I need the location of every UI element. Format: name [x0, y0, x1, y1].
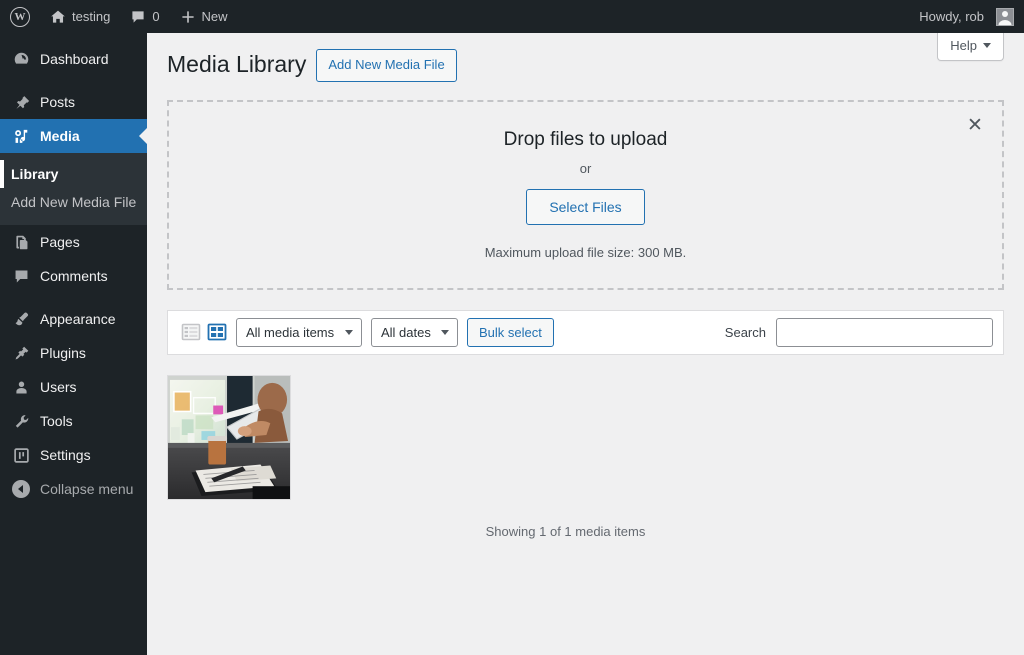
- sidebar-gap-1: [0, 76, 147, 85]
- site-name-menu[interactable]: testing: [40, 0, 120, 33]
- sidebar-item-tools[interactable]: Tools: [0, 404, 147, 438]
- collapse-menu-button[interactable]: Collapse menu: [0, 472, 147, 506]
- search-label: Search: [724, 324, 766, 340]
- submenu-item-label: Library: [11, 166, 59, 182]
- media-thumbnail[interactable]: [167, 374, 291, 500]
- new-content-label: New: [201, 9, 228, 24]
- collapse-arrow-icon: [11, 479, 31, 499]
- site-name-label: testing: [72, 9, 111, 24]
- sliders-icon: [11, 445, 31, 465]
- help-tab-label: Help: [950, 38, 977, 53]
- comment-bubble-icon: [130, 9, 146, 25]
- date-filter-wrap: All dates: [371, 317, 458, 347]
- avatar: [996, 7, 1014, 26]
- sidebar-item-label: Media: [40, 128, 80, 144]
- dashboard-icon: [11, 49, 31, 69]
- admin-sidebar: Dashboard Posts Media Library Add New Me…: [0, 33, 147, 655]
- date-filter-select[interactable]: All dates: [371, 317, 458, 347]
- page-title: Media Library: [167, 51, 307, 78]
- page-header: Media Library Add New Media File: [147, 33, 1024, 82]
- media-thumbnail-image: [168, 375, 290, 499]
- sidebar-item-settings[interactable]: Settings: [0, 438, 147, 472]
- bulk-select-button[interactable]: Bulk select: [467, 317, 554, 347]
- close-icon[interactable]: ✕: [962, 113, 988, 139]
- comment-bubble-icon: [11, 266, 31, 286]
- media-toolbar: All media itemsImagesAudioVideoDocuments…: [167, 309, 1004, 355]
- sidebar-item-label: Tools: [40, 413, 73, 429]
- sidebar-item-users[interactable]: Users: [0, 370, 147, 404]
- pin-icon: [11, 92, 31, 112]
- sidebar-item-label: Users: [40, 379, 77, 395]
- attachments-grid: [167, 374, 964, 500]
- submenu-item-label: Add New Media File: [11, 194, 137, 210]
- help-tab-wrap: Help: [937, 33, 1004, 61]
- sidebar-item-label: Settings: [40, 447, 91, 463]
- view-switch: [180, 322, 227, 343]
- select-files-button[interactable]: Select Files: [526, 189, 645, 226]
- sidebar-item-posts[interactable]: Posts: [0, 85, 147, 119]
- search-group: Search: [724, 317, 993, 347]
- howdy-label: Howdy, rob: [919, 9, 984, 24]
- sidebar-top-gap: [0, 33, 147, 42]
- add-new-media-file-button[interactable]: Add New Media File: [316, 49, 457, 82]
- media-submenu: Library Add New Media File: [0, 153, 147, 225]
- sidebar-item-label: Pages: [40, 234, 80, 250]
- wrench-icon: [11, 411, 31, 431]
- search-input[interactable]: [776, 317, 993, 347]
- sidebar-item-library[interactable]: Library: [0, 160, 147, 188]
- sidebar-item-label: Posts: [40, 94, 76, 110]
- drop-files-title: Drop files to upload: [503, 129, 668, 151]
- comments-menu[interactable]: 0: [120, 0, 169, 33]
- new-content-menu[interactable]: New: [170, 0, 238, 33]
- help-tab-button[interactable]: Help: [937, 33, 1004, 61]
- media-icon: [11, 126, 31, 146]
- user-icon: [11, 377, 31, 397]
- plus-icon: [180, 9, 196, 25]
- sidebar-item-label: Dashboard: [40, 51, 109, 67]
- sidebar-item-plugins[interactable]: Plugins: [0, 336, 147, 370]
- home-icon: [50, 9, 66, 25]
- collapse-menu-label: Collapse menu: [40, 481, 134, 497]
- media-filter-wrap: All media itemsImagesAudioVideoDocuments…: [236, 317, 362, 347]
- sidebar-item-appearance[interactable]: Appearance: [0, 302, 147, 336]
- sidebar-item-label: Appearance: [40, 311, 116, 327]
- sidebar-item-label: Plugins: [40, 345, 86, 361]
- pages-icon: [11, 232, 31, 252]
- admin-bar: testing 0 New Howdy, rob: [0, 0, 1024, 33]
- drop-or-label: or: [579, 161, 592, 177]
- sidebar-item-comments[interactable]: Comments: [0, 259, 147, 293]
- my-account-menu[interactable]: Howdy, rob: [909, 0, 1024, 33]
- plug-icon: [11, 343, 31, 363]
- grid-view-icon[interactable]: [206, 322, 227, 343]
- media-filter-select[interactable]: All media itemsImagesAudioVideoDocuments…: [236, 317, 362, 347]
- comments-count: 0: [152, 9, 160, 24]
- max-upload-size-note: Maximum upload file size: 300 MB.: [484, 245, 687, 261]
- wordpress-logo-menu[interactable]: [0, 0, 40, 33]
- content-area: Help Media Library Add New Media File ✕ …: [147, 33, 1024, 655]
- sidebar-item-media[interactable]: Media: [0, 119, 147, 153]
- chevron-down-icon: [983, 43, 991, 48]
- sidebar-item-dashboard[interactable]: Dashboard: [0, 42, 147, 76]
- sidebar-item-add-new-media-file[interactable]: Add New Media File: [0, 188, 147, 216]
- sidebar-gap-2: [0, 293, 147, 302]
- attachments-region: Showing 1 of 1 media items: [147, 374, 984, 539]
- wordpress-logo-icon: [10, 6, 30, 27]
- showing-count-label: Showing 1 of 1 media items: [485, 523, 646, 539]
- paintbrush-icon: [11, 309, 31, 329]
- upload-dropzone[interactable]: ✕ Drop files to upload or Select Files M…: [167, 99, 1004, 290]
- sidebar-item-pages[interactable]: Pages: [0, 225, 147, 259]
- sidebar-item-label: Comments: [40, 268, 108, 284]
- list-view-icon[interactable]: [180, 322, 201, 343]
